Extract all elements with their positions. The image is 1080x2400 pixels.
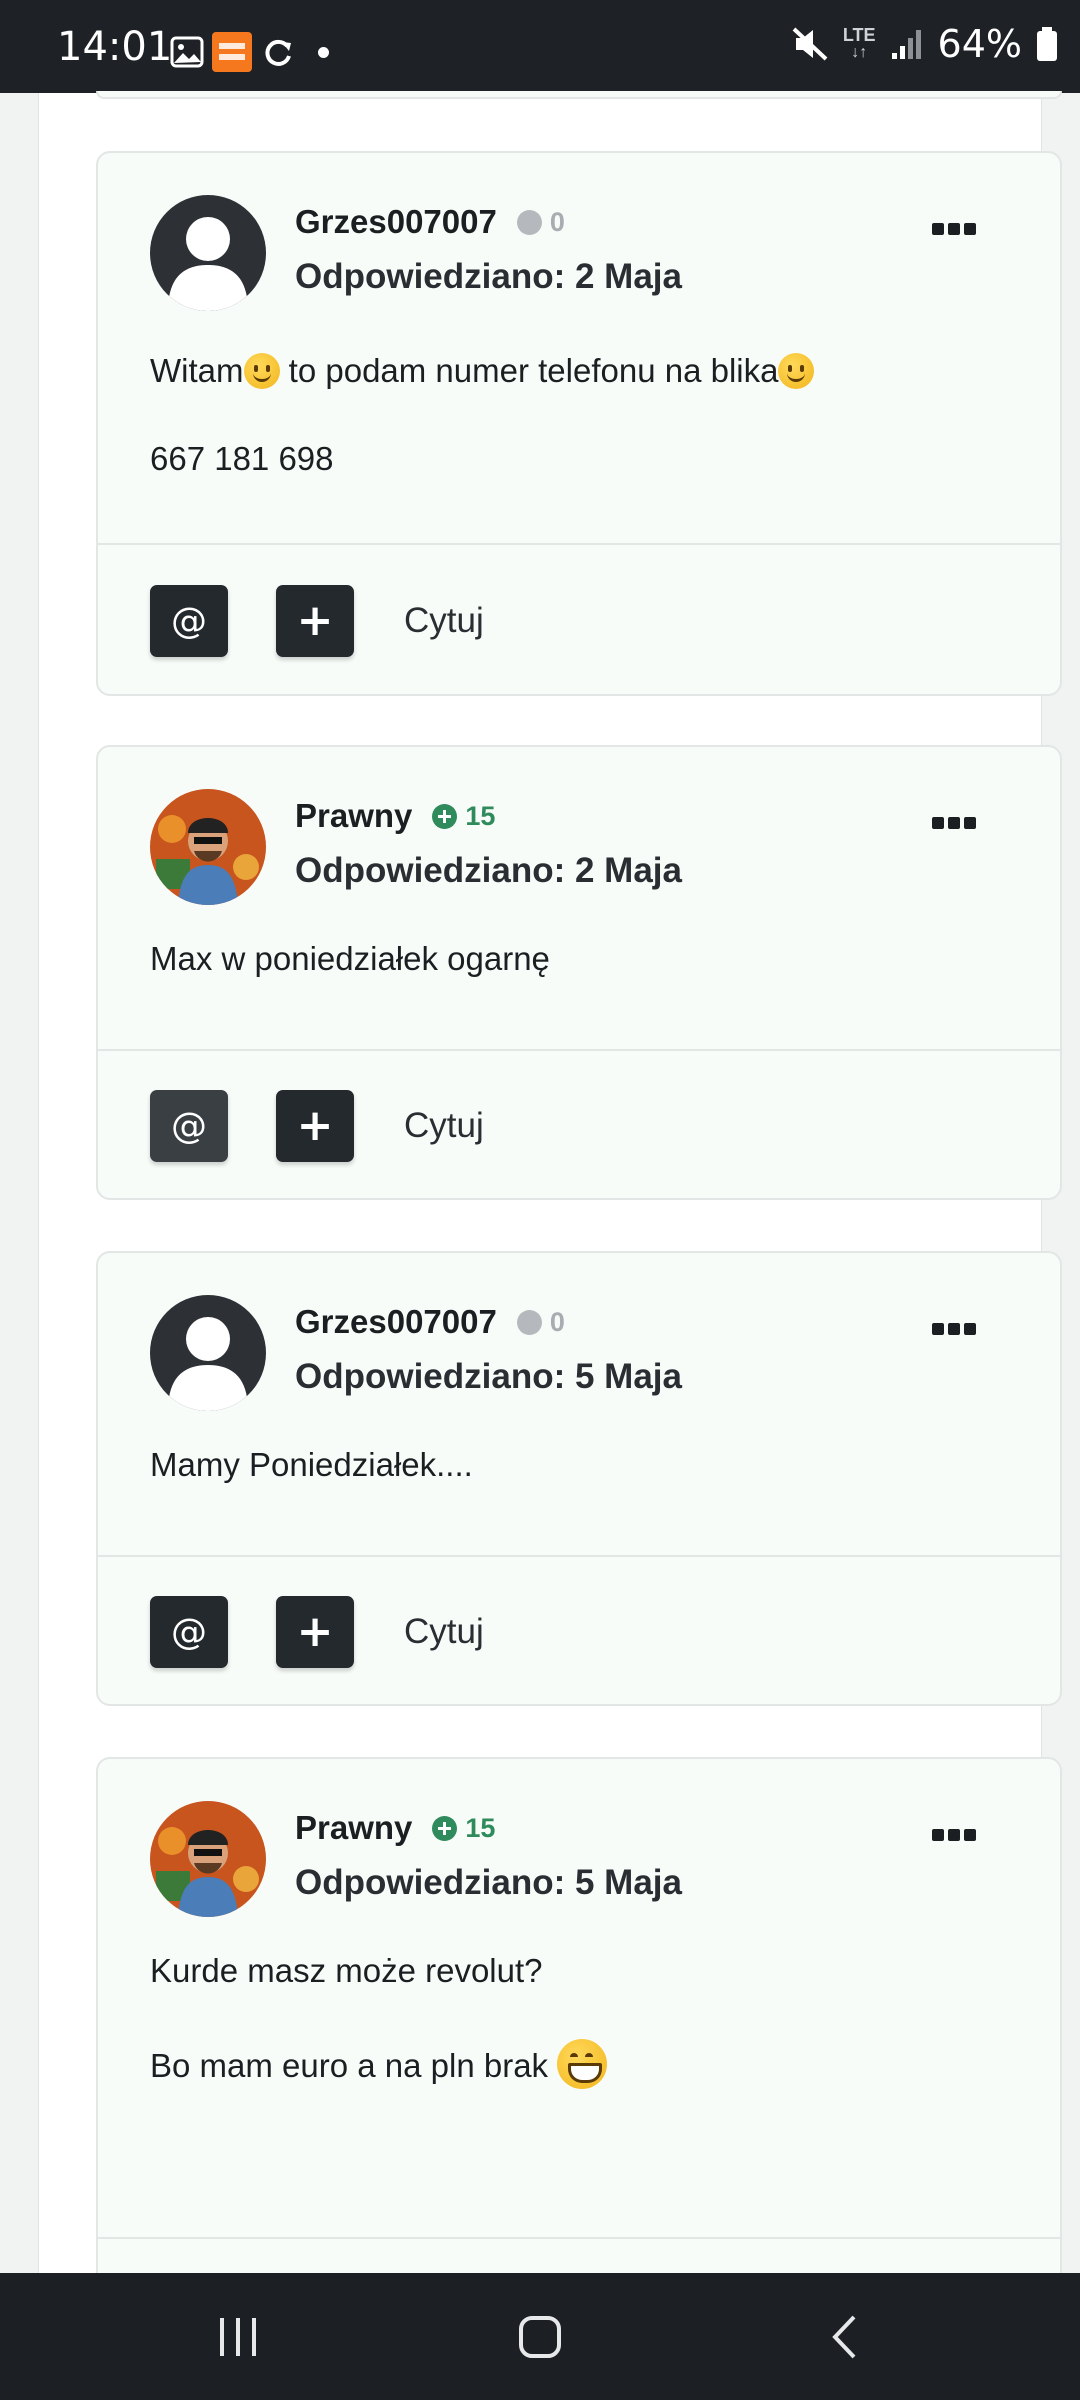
post-card: Grzes007007 0 Odpowiedziano: 2 Maja Wita… [96,151,1062,696]
reputation-count: 0 [549,1306,565,1337]
post-date: Odpowiedziano: 2 Maja [295,257,682,296]
mention-button[interactable]: @ [150,585,228,657]
back-button[interactable] [762,2273,922,2400]
post-paragraph: Witam to podam numer telefonu na blika [150,351,815,391]
post-content: Max w poniedziałek ogarnę [150,939,550,979]
divider [98,543,1060,545]
divider [98,2237,1060,2239]
signal-icon [891,30,921,59]
quote-button[interactable]: Cytuj [404,1612,484,1652]
home-button[interactable] [460,2273,620,2400]
add-button[interactable]: + [276,1596,354,1668]
reputation-badge: 15 [432,1813,495,1844]
navigation-bar [0,2273,1080,2400]
dot-icon [318,47,329,58]
reputation-badge: 0 [516,206,565,238]
post-paragraph: Mamy Poniedziałek.... [150,1446,473,1483]
forum-thread: Grzes007007 0 Odpowiedziano: 2 Maja Wita… [38,91,1062,2297]
author-name[interactable]: Grzes007007 [295,203,497,241]
post-author: Prawny 15 [295,1809,495,1847]
photo-avatar[interactable] [150,789,266,905]
photo-avatar[interactable] [150,1801,266,1917]
reputation-badge: 0 [516,1306,565,1338]
more-options-icon[interactable] [928,1825,980,1845]
back-icon [832,2315,856,2359]
divider [98,1049,1060,1051]
reputation-badge: 15 [432,801,495,832]
more-options-icon[interactable] [928,813,980,833]
author-name[interactable]: Prawny [295,1809,412,1847]
slightly-smiling-face-icon [778,353,815,389]
recent-apps-icon [220,2318,256,2356]
post-content: Witam to podam numer telefonu na blika 6… [150,351,815,479]
post-actions: @ + Cytuj [150,1090,484,1162]
reputation-dot-icon [516,209,542,235]
status-time: 14:01 [57,24,173,70]
author-name[interactable]: Prawny [295,797,412,835]
post-card: Grzes007007 0 Odpowiedziano: 5 Maja Mamy… [96,1251,1062,1706]
mention-button[interactable]: @ [150,1596,228,1668]
post-author: Grzes007007 0 [295,1303,565,1341]
battery-level: 64% [937,22,1022,66]
default-avatar[interactable] [150,195,266,311]
post-paragraph: 667 181 698 [150,440,334,477]
default-avatar[interactable] [150,1295,266,1411]
reputation-dot-icon [516,1309,542,1335]
post-content: Kurde masz może revolut? Bo mam euro a n… [150,1951,608,2089]
post-date: Odpowiedziano: 5 Maja [295,1357,682,1396]
sync-icon [265,39,291,66]
more-options-icon[interactable] [928,219,980,239]
reputation-count: 0 [549,206,565,237]
status-right: LTE ↓↑ 64% [791,22,1058,66]
post-card: Prawny 15 Odpowiedziano: 5 Maja Kurde ma… [96,1757,1062,2297]
post-author: Prawny 15 [295,797,495,835]
quote-button[interactable]: Cytuj [404,601,484,641]
previous-post-bottom [96,91,1062,99]
battery-icon [1037,27,1057,61]
post-date: Odpowiedziano: 5 Maja [295,1863,682,1902]
post-date: Odpowiedziano: 2 Maja [295,851,682,890]
plus-circle-icon [432,1815,458,1841]
slightly-smiling-face-icon [243,353,280,389]
post-paragraph: Bo mam euro a na pln brak [150,2039,608,2089]
plus-circle-icon [432,803,458,829]
post-paragraph: Kurde masz może revolut? [150,1952,543,1989]
lte-icon: LTE ↓↑ [842,25,876,61]
add-button[interactable]: + [276,1090,354,1162]
post-card: Prawny 15 Odpowiedziano: 2 Maja Max w po… [96,745,1062,1200]
post-content: Mamy Poniedziałek.... [150,1445,473,1485]
divider [98,1555,1060,1557]
add-button[interactable]: + [276,585,354,657]
post-author: Grzes007007 0 [295,203,565,241]
author-name[interactable]: Grzes007007 [295,1303,497,1341]
home-icon [519,2316,561,2358]
quote-button[interactable]: Cytuj [404,1106,484,1146]
reputation-count: 15 [465,1812,496,1843]
post-paragraph: Max w poniedziałek ogarnę [150,940,550,977]
mention-button[interactable]: @ [150,1090,228,1162]
image-icon [170,36,204,68]
mute-icon [792,27,828,61]
post-actions: @ + Cytuj [150,585,484,657]
more-options-icon[interactable] [928,1319,980,1339]
grinning-face-icon [557,2039,608,2089]
reputation-count: 15 [465,800,496,831]
recent-apps-button[interactable] [158,2273,318,2400]
status-bar: 14:01 LTE ↓↑ 64% [0,0,1080,93]
post-actions: @ + Cytuj [150,1596,484,1668]
temu-icon [212,32,252,72]
